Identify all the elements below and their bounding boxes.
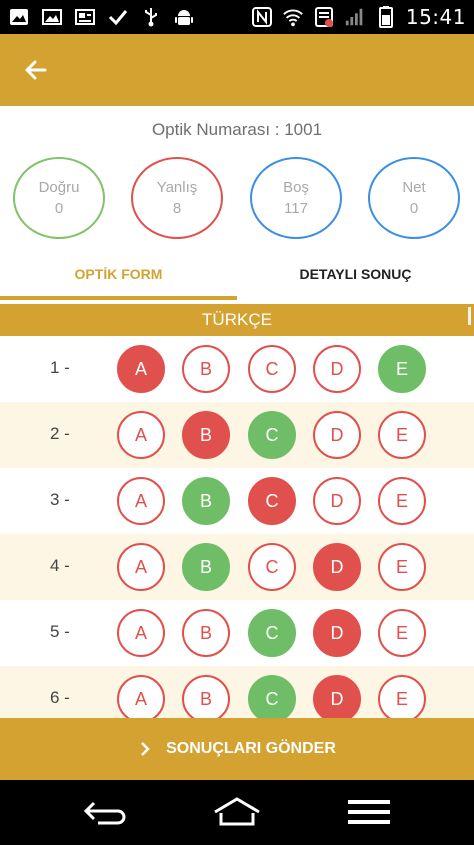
option-bubble-b[interactable]: B <box>182 675 230 718</box>
stat-label: Doğru <box>38 179 80 196</box>
option-bubble-e[interactable]: E <box>378 345 426 393</box>
optik-number: Optik Numarası : 1001 <box>151 120 323 139</box>
option-bubble-b[interactable]: B <box>182 609 230 657</box>
question-number: 1 - <box>50 358 70 377</box>
question-row: 3 - ABCDE <box>0 468 474 534</box>
back-button[interactable] <box>18 52 54 88</box>
question-number: 6 - <box>50 688 70 707</box>
option-bubble-c[interactable]: C <box>248 609 296 657</box>
option-bubble-c[interactable]: C <box>248 345 296 393</box>
option-bubble-c[interactable]: C <box>248 411 296 459</box>
option-bubble-d[interactable]: D <box>313 675 361 718</box>
menu-icon <box>348 800 390 824</box>
scrollbar-thumb[interactable] <box>468 307 471 325</box>
option-bubble-b[interactable]: B <box>182 543 230 591</box>
stat-value: 0 <box>54 200 64 217</box>
tab-optik-form[interactable]: OPTİK FORM <box>0 254 237 294</box>
status-bar: 15:41 <box>0 0 474 34</box>
option-bubble-e[interactable]: E <box>378 543 426 591</box>
question-row: 5 - ABCDE <box>0 600 474 666</box>
nav-menu-button[interactable] <box>339 794 399 830</box>
option-bubble-c[interactable]: C <box>248 543 296 591</box>
data-saver-icon <box>313 6 335 28</box>
option-bubble-a[interactable]: A <box>117 345 165 393</box>
image-icon <box>8 6 30 28</box>
option-bubble-e[interactable]: E <box>378 675 426 718</box>
stat-dogru: Doğru 0 <box>13 157 105 239</box>
send-results-button[interactable]: SONUÇLARI GÖNDER <box>0 718 474 780</box>
stat-label: Net <box>402 179 426 196</box>
stat-value: 0 <box>409 200 419 217</box>
system-icons: 15:41 <box>251 5 466 29</box>
answer-list: 1 -ABCDE2 -ABCDE3 -ABCDE4 -ABCDE5 -ABCDE… <box>0 336 474 718</box>
check-icon <box>107 6 129 28</box>
navigation-bar <box>0 780 474 845</box>
option-bubble-b[interactable]: B <box>182 477 230 525</box>
option-bubble-b[interactable]: B <box>182 411 230 459</box>
option-bubble-a[interactable]: A <box>117 675 165 718</box>
tab-detayli-sonuc[interactable]: DETAYLI SONUÇ <box>237 254 474 294</box>
wifi-icon <box>282 6 304 28</box>
stat-net: Net 0 <box>368 157 460 239</box>
option-bubble-a[interactable]: A <box>117 609 165 657</box>
question-row: 1 - ABCDE <box>0 336 474 402</box>
send-results-label: SONUÇLARI GÖNDER <box>166 740 336 757</box>
battery-icon <box>375 6 397 28</box>
nfc-icon <box>251 6 273 28</box>
question-number: 5 - <box>50 622 70 641</box>
back-icon <box>83 801 126 825</box>
option-bubble-a[interactable]: A <box>117 543 165 591</box>
nav-home-button[interactable] <box>207 794 267 830</box>
question-number: 2 - <box>50 424 70 443</box>
option-bubble-d[interactable]: D <box>313 345 361 393</box>
gallery-icon <box>41 6 63 28</box>
arrow-left-icon <box>25 60 47 80</box>
signal-icon <box>344 6 366 28</box>
android-icon <box>173 6 195 28</box>
question-row: 4 - ABCDE <box>0 534 474 600</box>
stat-yanlis: Yanlış 8 <box>131 157 223 239</box>
usb-icon <box>140 6 162 28</box>
option-bubble-a[interactable]: A <box>117 411 165 459</box>
nav-back-button[interactable] <box>75 794 135 830</box>
stat-label: Yanlış <box>156 179 198 196</box>
option-bubble-c[interactable]: C <box>248 675 296 718</box>
option-bubble-e[interactable]: E <box>378 609 426 657</box>
option-bubble-d[interactable]: D <box>313 477 361 525</box>
option-bubble-c[interactable]: C <box>248 477 296 525</box>
app-bar <box>0 34 474 106</box>
option-bubble-b[interactable]: B <box>182 345 230 393</box>
stat-value: 8 <box>172 200 182 217</box>
notification-icons <box>8 6 195 28</box>
stat-value: 117 <box>284 200 308 217</box>
chevron-right-icon <box>141 742 150 756</box>
stat-bos: Boş 117 <box>250 157 342 239</box>
option-bubble-d[interactable]: D <box>313 411 361 459</box>
section-header: TÜRKÇE <box>0 304 474 336</box>
option-bubble-e[interactable]: E <box>378 477 426 525</box>
home-icon <box>214 797 260 826</box>
option-bubble-a[interactable]: A <box>117 477 165 525</box>
option-bubble-e[interactable]: E <box>378 411 426 459</box>
option-bubble-d[interactable]: D <box>313 609 361 657</box>
question-row: 2 - ABCDE <box>0 402 474 468</box>
option-bubble-d[interactable]: D <box>313 543 361 591</box>
question-number: 4 - <box>50 556 70 575</box>
clock: 15:41 <box>405 5 466 29</box>
question-number: 3 - <box>50 490 70 509</box>
stat-label: Boş <box>283 179 309 196</box>
card-icon <box>74 6 96 28</box>
tab-indicator <box>0 296 237 300</box>
question-row: 6 - ABCDE <box>0 666 474 718</box>
tab-bar: OPTİK FORM DETAYLI SONUÇ <box>0 254 474 300</box>
